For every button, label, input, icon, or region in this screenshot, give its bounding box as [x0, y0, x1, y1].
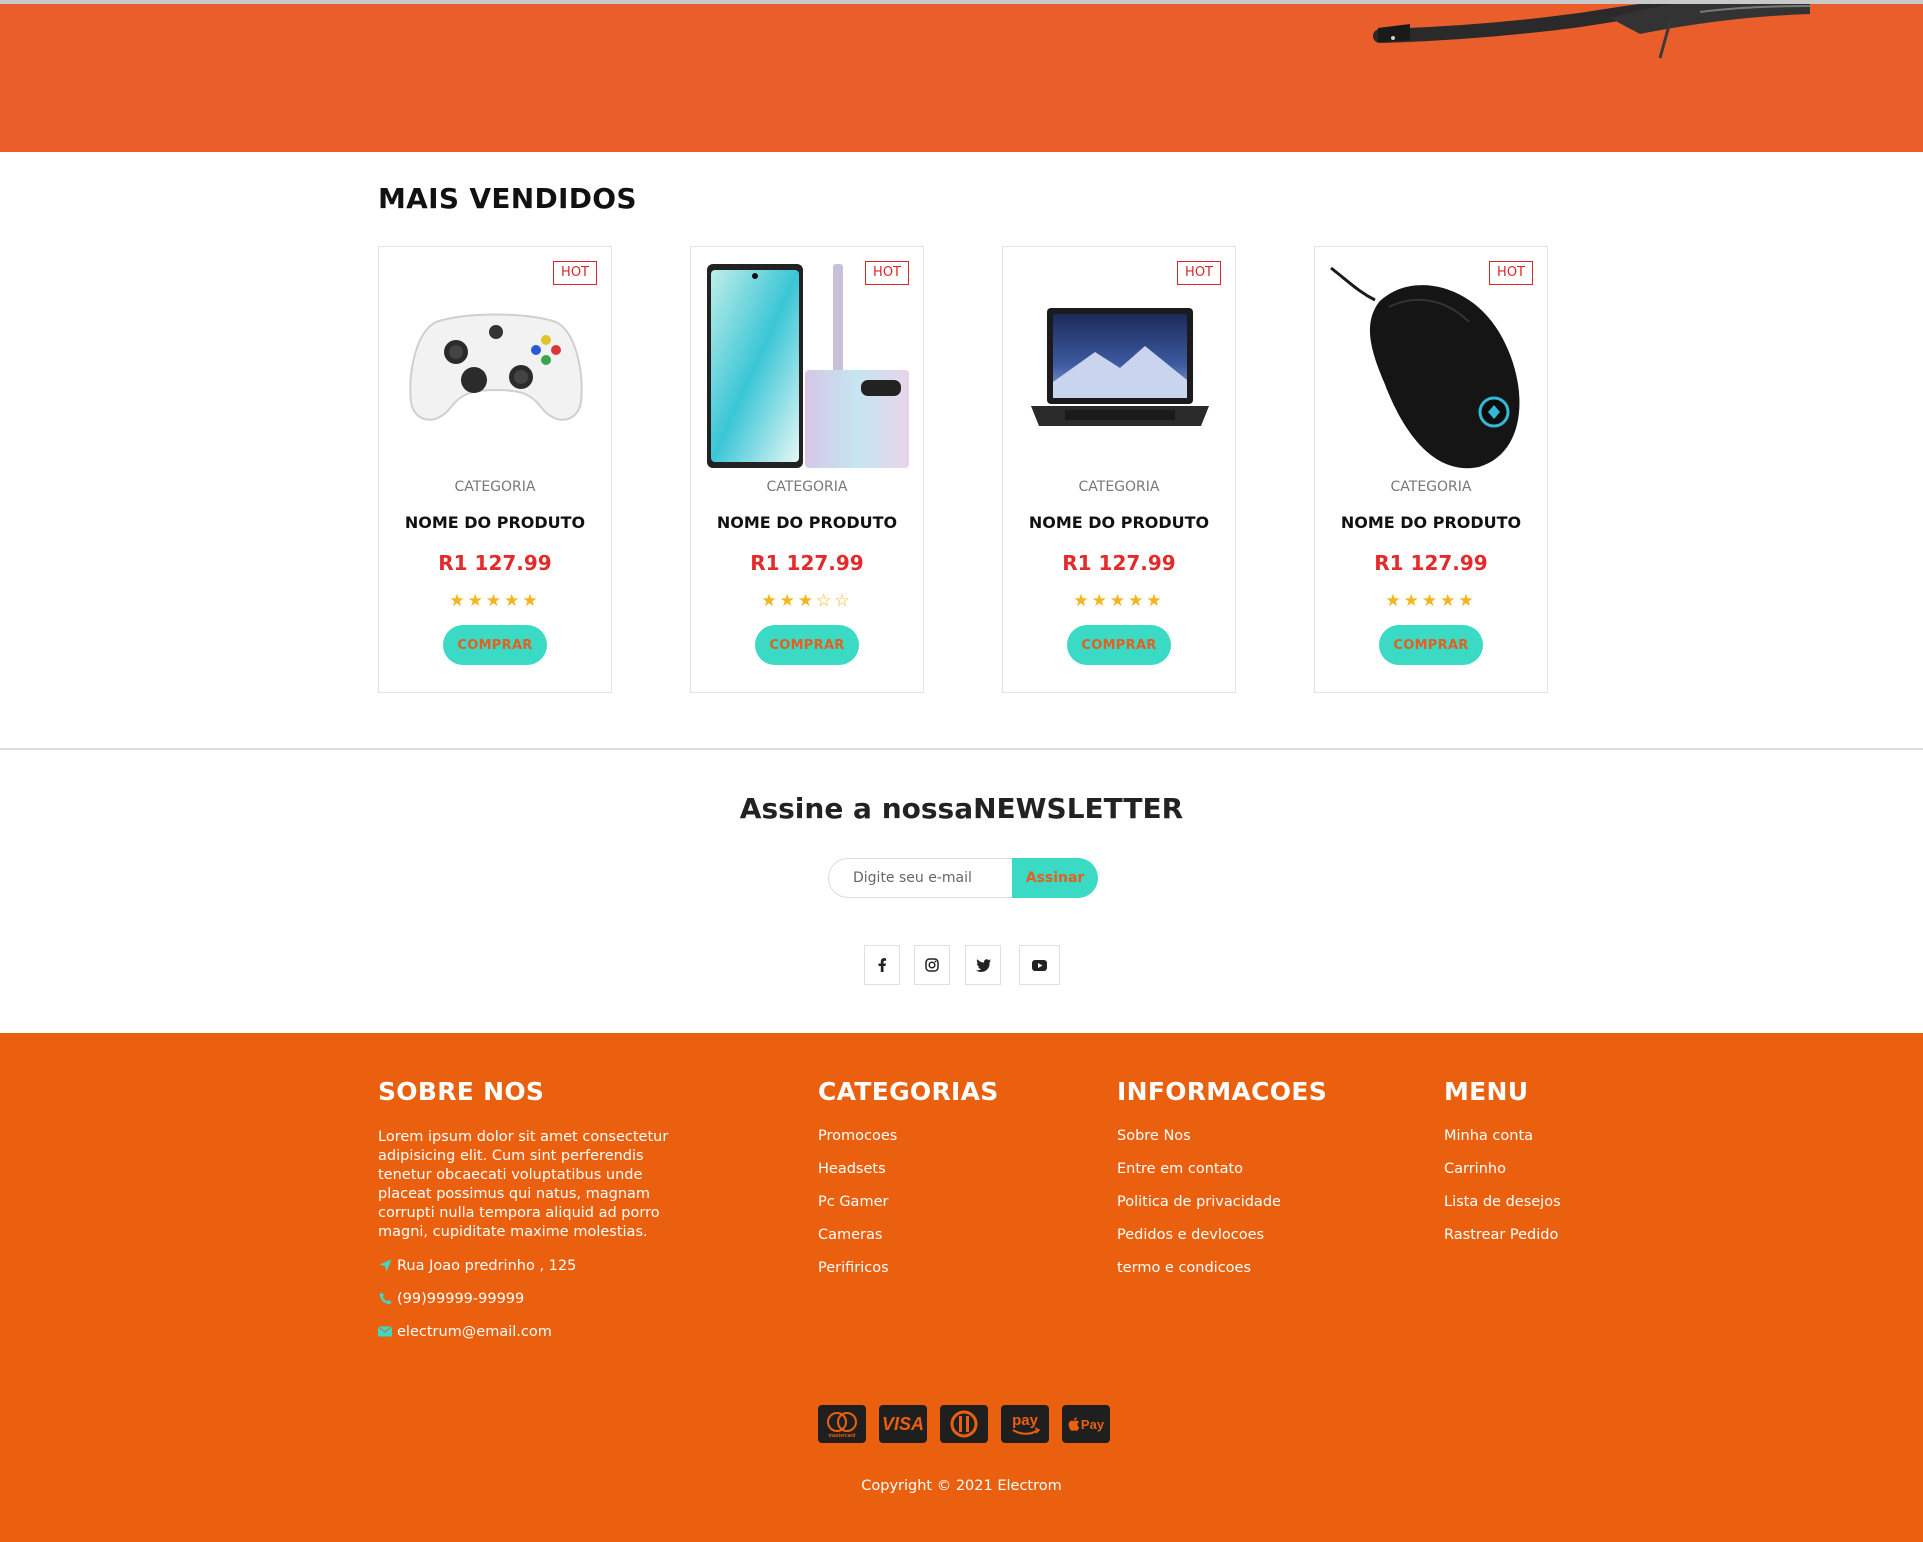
rating-stars: ★★★★★	[1385, 591, 1477, 611]
product-name[interactable]: NOME DO PRODUTO	[1003, 513, 1235, 532]
footer-link-privacidade[interactable]: Politica de privacidade	[1117, 1194, 1327, 1213]
diners-icon	[940, 1405, 988, 1443]
product-name[interactable]: NOME DO PRODUTO	[379, 513, 611, 532]
footer-link-sobre-nos[interactable]: Sobre Nos	[1117, 1128, 1327, 1147]
menu-title: MENU	[1444, 1077, 1529, 1106]
buy-button[interactable]: COMPRAR	[443, 625, 547, 665]
product-category: CATEGORIA	[766, 479, 848, 495]
facebook-icon[interactable]	[864, 945, 900, 985]
footer-link-minha-conta[interactable]: Minha conta	[1444, 1128, 1561, 1147]
best-sellers-title: MAIS VENDIDOS	[378, 182, 637, 215]
copyright: Copyright © 2021 Electrom	[861, 1478, 1062, 1494]
svg-text:pay: pay	[1012, 1412, 1039, 1429]
hero-banner	[0, 4, 1923, 152]
about-text: Lorem ipsum dolor sit amet consectetur a…	[378, 1129, 669, 1240]
product-card[interactable]: HOT CATEGORIA NOME DO PRODUTO R1 127.99 …	[1314, 246, 1548, 693]
footer-link-carrinho[interactable]: Carrinho	[1444, 1161, 1561, 1180]
email-input[interactable]	[828, 858, 1018, 898]
product-name[interactable]: NOME DO PRODUTO	[691, 513, 923, 532]
footer-link-rastrear[interactable]: Rastrear Pedido	[1444, 1227, 1561, 1246]
visa-icon: VISA	[879, 1405, 927, 1443]
rating-stars: ★★★★★	[1073, 591, 1165, 611]
footer-link-cameras[interactable]: Cameras	[818, 1227, 999, 1246]
amazon-pay-icon: pay	[1001, 1405, 1049, 1443]
product-card[interactable]: HOT CATEGORIA NOME DO PRODUTO R1 127.99 …	[1002, 246, 1236, 693]
gaming-mouse-image	[1329, 261, 1535, 473]
phone-icon	[378, 1292, 392, 1306]
product-name[interactable]: NOME DO PRODUTO	[1315, 513, 1547, 532]
location-arrow-icon	[378, 1259, 392, 1273]
about-column: SOBRE NOS Lorem ipsum dolor sit amet con…	[378, 1077, 678, 1341]
phone: (99)99999-99999	[378, 1289, 678, 1308]
footer-link-lista-desejos[interactable]: Lista de desejos	[1444, 1194, 1561, 1213]
product-price: R1 127.99	[1062, 551, 1176, 575]
newsletter-form: Assinar	[828, 858, 1098, 898]
product-card[interactable]: HOT CATEGORIA NOME DO PRODUTO R1 127.99 …	[378, 246, 612, 693]
categories-column: CATEGORIAS Promocoes Headsets Pc Gamer C…	[818, 1077, 999, 1293]
categories-title: CATEGORIAS	[818, 1077, 999, 1106]
about-title: SOBRE NOS	[378, 1077, 545, 1106]
xbox-controller-image	[393, 261, 599, 473]
menu-column: MENU Minha conta Carrinho Lista de desej…	[1444, 1077, 1561, 1260]
footer-link-headsets[interactable]: Headsets	[818, 1161, 999, 1180]
twitter-icon[interactable]	[965, 945, 1001, 985]
product-price: R1 127.99	[750, 551, 864, 575]
buy-button[interactable]: COMPRAR	[755, 625, 859, 665]
info-column: INFORMACOES Sobre Nos Entre em contato P…	[1117, 1077, 1327, 1293]
buy-button[interactable]: COMPRAR	[1067, 625, 1171, 665]
laptop-image	[1017, 261, 1223, 473]
newsletter-title: Assine a nossaNEWSLETTER	[739, 792, 1184, 825]
footer-link-promocoes[interactable]: Promocoes	[818, 1128, 999, 1147]
product-category: CATEGORIA	[1390, 479, 1472, 495]
buy-button[interactable]: COMPRAR	[1379, 625, 1483, 665]
footer-link-pc-gamer[interactable]: Pc Gamer	[818, 1194, 999, 1213]
rating-stars: ★★★★★	[449, 591, 541, 611]
footer-link-perifiricos[interactable]: Perifiricos	[818, 1260, 999, 1279]
product-price: R1 127.99	[1374, 551, 1488, 575]
footer: SOBRE NOS Lorem ipsum dolor sit amet con…	[0, 1033, 1923, 1542]
apple-pay-icon: Pay	[1062, 1405, 1110, 1443]
email: electrum@email.com	[378, 1322, 678, 1341]
footer-link-termos[interactable]: termo e condicoes	[1117, 1260, 1327, 1279]
mastercard-icon: mastercard	[818, 1405, 866, 1443]
smartphone-image	[705, 261, 911, 473]
subscribe-button[interactable]: Assinar	[1012, 858, 1098, 898]
product-category: CATEGORIA	[454, 479, 536, 495]
envelope-icon	[378, 1325, 392, 1339]
product-price: R1 127.99	[438, 551, 552, 575]
info-title: INFORMACOES	[1117, 1077, 1328, 1106]
footer-link-devolucoes[interactable]: Pedidos e devlocoes	[1117, 1227, 1327, 1246]
footer-link-contato[interactable]: Entre em contato	[1117, 1161, 1327, 1180]
svg-text:mastercard: mastercard	[829, 1433, 856, 1439]
headset-image	[1373, 4, 1810, 59]
product-category: CATEGORIA	[1078, 479, 1160, 495]
address: Rua Joao predrinho , 125	[378, 1256, 678, 1275]
section-divider	[0, 748, 1923, 750]
instagram-icon[interactable]	[914, 945, 950, 985]
rating-stars: ★★★☆☆	[761, 591, 853, 611]
product-card[interactable]: HOT CATEGORIA NOME DO PRODUTO R1 127.99 …	[690, 246, 924, 693]
youtube-icon[interactable]	[1019, 945, 1060, 985]
